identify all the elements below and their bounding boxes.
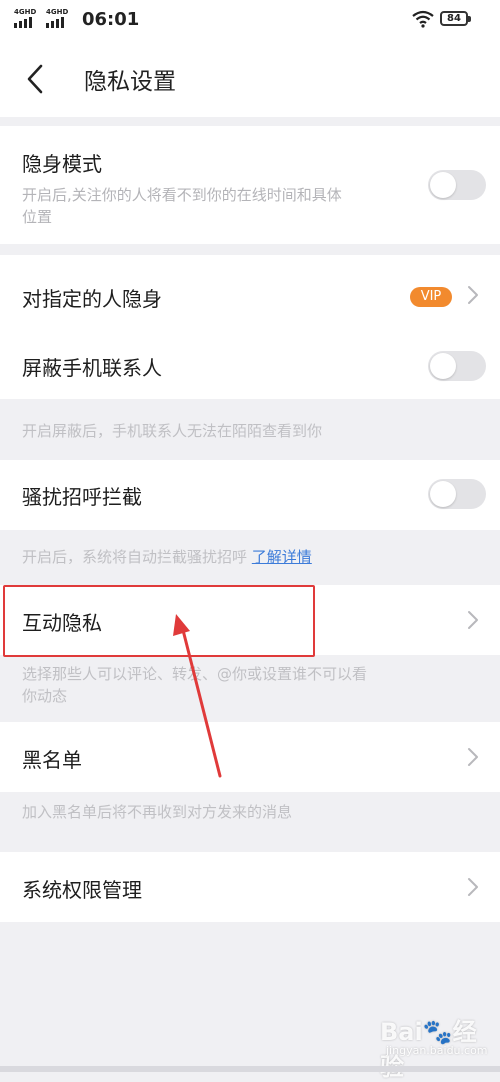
learn-more-link[interactable]: 了解详情 (252, 548, 312, 566)
page-title: 隐私设置 (84, 69, 176, 95)
status-time: 06:01 (82, 9, 140, 30)
setting-label: 隐身模式 (22, 152, 102, 176)
setting-row-system-permissions[interactable]: 系统权限管理 (0, 852, 500, 922)
hint-text: 开启后，系统将自动拦截骚扰招呼 (22, 548, 248, 566)
setting-row-hide-from-specific[interactable]: 对指定的人隐身 VIP (0, 255, 500, 335)
wifi-icon (412, 10, 434, 28)
watermark-url: jingyan.baidu.com (386, 1044, 488, 1057)
status-bar: 4GHD 4GHD 06:01 84 (0, 0, 500, 40)
interaction-privacy-hint: 选择那些人可以评论、转发、@你或设置谁不可以看 (22, 665, 368, 683)
baidu-jingyan-watermark: Bai🐾经验 jingyan.baidu.com (380, 1012, 492, 1081)
harassment-block-hint: 开启后，系统将自动拦截骚扰招呼 了解详情 (22, 546, 312, 568)
blacklist-hint: 加入黑名单后将不再收到对方发来的消息 (22, 803, 293, 821)
nav-bar: 隐私设置 (0, 40, 500, 117)
toggle-knob (430, 172, 456, 198)
toggle-knob (430, 353, 456, 379)
chevron-left-icon[interactable] (22, 62, 52, 96)
setting-label: 黑名单 (22, 748, 82, 772)
setting-row-blacklist[interactable]: 黑名单 (0, 722, 500, 792)
signal-icon: 4GHD (46, 8, 68, 28)
setting-description: 位置 (22, 208, 53, 226)
block-contacts-hint: 开启屏蔽后，手机联系人无法在陌陌查看到你 (22, 422, 323, 440)
setting-row-harassment-block: 骚扰招呼拦截 (0, 460, 500, 530)
bottom-strip (0, 1066, 500, 1072)
setting-row-block-contacts: 屏蔽手机联系人 (0, 335, 500, 399)
highlight-box (3, 585, 315, 657)
setting-label: 骚扰招呼拦截 (22, 485, 142, 509)
chevron-right-icon[interactable] (466, 876, 480, 898)
vip-badge: VIP (410, 287, 452, 307)
setting-description: 开启后,关注你的人将看不到你的在线时间和具体 (22, 186, 342, 204)
toggle-knob (430, 481, 456, 507)
chevron-right-icon[interactable] (466, 609, 480, 631)
chevron-right-icon[interactable] (466, 746, 480, 768)
signal-icon: 4GHD (14, 8, 36, 28)
setting-label: 系统权限管理 (22, 878, 142, 902)
setting-label: 对指定的人隐身 (22, 287, 162, 311)
setting-row-stealth-mode: 隐身模式 开启后,关注你的人将看不到你的在线时间和具体 位置 (0, 126, 500, 244)
block-contacts-toggle[interactable] (428, 351, 486, 381)
network-type-1: 4GHD (14, 8, 37, 16)
harassment-block-toggle[interactable] (428, 479, 486, 509)
chevron-right-icon[interactable] (466, 284, 480, 306)
stealth-mode-toggle[interactable] (428, 170, 486, 200)
network-type-2: 4GHD (46, 8, 69, 16)
battery-icon: 84 (440, 11, 471, 26)
interaction-privacy-hint: 你动态 (22, 687, 68, 705)
setting-label: 屏蔽手机联系人 (22, 356, 162, 380)
